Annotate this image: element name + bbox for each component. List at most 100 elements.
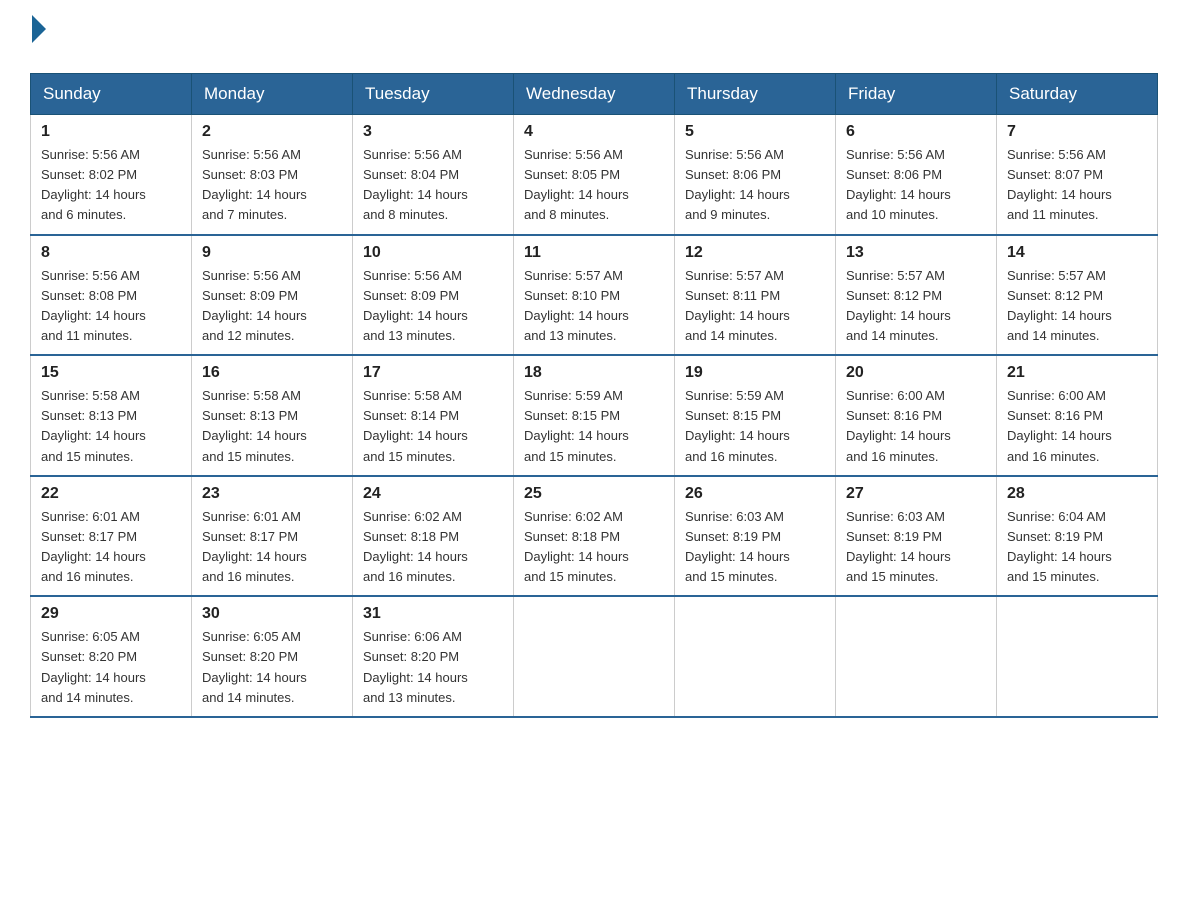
- day-info: Sunrise: 5:56 AMSunset: 8:09 PMDaylight:…: [202, 268, 307, 343]
- calendar-cell: 17 Sunrise: 5:58 AMSunset: 8:14 PMDaylig…: [353, 355, 514, 476]
- day-number: 28: [1007, 485, 1147, 503]
- day-info: Sunrise: 5:56 AMSunset: 8:09 PMDaylight:…: [363, 268, 468, 343]
- day-number: 26: [685, 485, 825, 503]
- calendar-cell: 6 Sunrise: 5:56 AMSunset: 8:06 PMDayligh…: [836, 115, 997, 235]
- day-number: 3: [363, 123, 503, 141]
- day-info: Sunrise: 5:56 AMSunset: 8:06 PMDaylight:…: [846, 147, 951, 222]
- calendar-cell: [675, 596, 836, 717]
- day-number: 1: [41, 123, 181, 141]
- day-info: Sunrise: 5:59 AMSunset: 8:15 PMDaylight:…: [524, 388, 629, 463]
- day-info: Sunrise: 6:02 AMSunset: 8:18 PMDaylight:…: [363, 509, 468, 584]
- day-number: 20: [846, 364, 986, 382]
- calendar-cell: 11 Sunrise: 5:57 AMSunset: 8:10 PMDaylig…: [514, 235, 675, 356]
- day-number: 9: [202, 244, 342, 262]
- calendar-cell: 3 Sunrise: 5:56 AMSunset: 8:04 PMDayligh…: [353, 115, 514, 235]
- day-number: 31: [363, 605, 503, 623]
- day-number: 5: [685, 123, 825, 141]
- calendar-cell: 23 Sunrise: 6:01 AMSunset: 8:17 PMDaylig…: [192, 476, 353, 597]
- day-number: 29: [41, 605, 181, 623]
- calendar-cell: 9 Sunrise: 5:56 AMSunset: 8:09 PMDayligh…: [192, 235, 353, 356]
- calendar-cell: 26 Sunrise: 6:03 AMSunset: 8:19 PMDaylig…: [675, 476, 836, 597]
- day-info: Sunrise: 5:59 AMSunset: 8:15 PMDaylight:…: [685, 388, 790, 463]
- day-number: 19: [685, 364, 825, 382]
- calendar-cell: 19 Sunrise: 5:59 AMSunset: 8:15 PMDaylig…: [675, 355, 836, 476]
- day-number: 24: [363, 485, 503, 503]
- day-number: 16: [202, 364, 342, 382]
- week-row-5: 29 Sunrise: 6:05 AMSunset: 8:20 PMDaylig…: [31, 596, 1158, 717]
- day-number: 23: [202, 485, 342, 503]
- day-number: 13: [846, 244, 986, 262]
- day-info: Sunrise: 6:00 AMSunset: 8:16 PMDaylight:…: [846, 388, 951, 463]
- header-day-wednesday: Wednesday: [514, 74, 675, 115]
- calendar-cell: [997, 596, 1158, 717]
- week-row-3: 15 Sunrise: 5:58 AMSunset: 8:13 PMDaylig…: [31, 355, 1158, 476]
- day-number: 14: [1007, 244, 1147, 262]
- calendar-table: SundayMondayTuesdayWednesdayThursdayFrid…: [30, 73, 1158, 718]
- calendar-cell: 30 Sunrise: 6:05 AMSunset: 8:20 PMDaylig…: [192, 596, 353, 717]
- calendar-cell: 20 Sunrise: 6:00 AMSunset: 8:16 PMDaylig…: [836, 355, 997, 476]
- day-info: Sunrise: 6:02 AMSunset: 8:18 PMDaylight:…: [524, 509, 629, 584]
- day-info: Sunrise: 5:58 AMSunset: 8:14 PMDaylight:…: [363, 388, 468, 463]
- day-number: 27: [846, 485, 986, 503]
- calendar-cell: 12 Sunrise: 5:57 AMSunset: 8:11 PMDaylig…: [675, 235, 836, 356]
- calendar-cell: 1 Sunrise: 5:56 AMSunset: 8:02 PMDayligh…: [31, 115, 192, 235]
- day-number: 15: [41, 364, 181, 382]
- calendar-cell: 25 Sunrise: 6:02 AMSunset: 8:18 PMDaylig…: [514, 476, 675, 597]
- calendar-cell: 18 Sunrise: 5:59 AMSunset: 8:15 PMDaylig…: [514, 355, 675, 476]
- day-number: 25: [524, 485, 664, 503]
- day-info: Sunrise: 5:57 AMSunset: 8:12 PMDaylight:…: [1007, 268, 1112, 343]
- calendar-cell: 13 Sunrise: 5:57 AMSunset: 8:12 PMDaylig…: [836, 235, 997, 356]
- calendar-cell: [836, 596, 997, 717]
- header-day-saturday: Saturday: [997, 74, 1158, 115]
- day-number: 11: [524, 244, 664, 262]
- day-info: Sunrise: 5:56 AMSunset: 8:03 PMDaylight:…: [202, 147, 307, 222]
- day-info: Sunrise: 5:56 AMSunset: 8:04 PMDaylight:…: [363, 147, 468, 222]
- week-row-4: 22 Sunrise: 6:01 AMSunset: 8:17 PMDaylig…: [31, 476, 1158, 597]
- logo: [30, 20, 46, 53]
- day-number: 6: [846, 123, 986, 141]
- calendar-cell: 16 Sunrise: 5:58 AMSunset: 8:13 PMDaylig…: [192, 355, 353, 476]
- day-number: 10: [363, 244, 503, 262]
- day-info: Sunrise: 5:57 AMSunset: 8:10 PMDaylight:…: [524, 268, 629, 343]
- header-day-thursday: Thursday: [675, 74, 836, 115]
- calendar-cell: [514, 596, 675, 717]
- week-row-2: 8 Sunrise: 5:56 AMSunset: 8:08 PMDayligh…: [31, 235, 1158, 356]
- day-info: Sunrise: 6:03 AMSunset: 8:19 PMDaylight:…: [846, 509, 951, 584]
- calendar-cell: 8 Sunrise: 5:56 AMSunset: 8:08 PMDayligh…: [31, 235, 192, 356]
- week-row-1: 1 Sunrise: 5:56 AMSunset: 8:02 PMDayligh…: [31, 115, 1158, 235]
- calendar-cell: 21 Sunrise: 6:00 AMSunset: 8:16 PMDaylig…: [997, 355, 1158, 476]
- calendar-cell: 4 Sunrise: 5:56 AMSunset: 8:05 PMDayligh…: [514, 115, 675, 235]
- day-info: Sunrise: 6:00 AMSunset: 8:16 PMDaylight:…: [1007, 388, 1112, 463]
- day-number: 8: [41, 244, 181, 262]
- calendar-cell: 22 Sunrise: 6:01 AMSunset: 8:17 PMDaylig…: [31, 476, 192, 597]
- day-info: Sunrise: 5:58 AMSunset: 8:13 PMDaylight:…: [202, 388, 307, 463]
- header-day-tuesday: Tuesday: [353, 74, 514, 115]
- day-number: 4: [524, 123, 664, 141]
- day-info: Sunrise: 5:56 AMSunset: 8:06 PMDaylight:…: [685, 147, 790, 222]
- day-info: Sunrise: 5:58 AMSunset: 8:13 PMDaylight:…: [41, 388, 146, 463]
- calendar-cell: 10 Sunrise: 5:56 AMSunset: 8:09 PMDaylig…: [353, 235, 514, 356]
- calendar-cell: 28 Sunrise: 6:04 AMSunset: 8:19 PMDaylig…: [997, 476, 1158, 597]
- day-info: Sunrise: 6:05 AMSunset: 8:20 PMDaylight:…: [41, 629, 146, 704]
- calendar-cell: 15 Sunrise: 5:58 AMSunset: 8:13 PMDaylig…: [31, 355, 192, 476]
- logo-arrow-icon: [32, 15, 46, 43]
- day-info: Sunrise: 5:57 AMSunset: 8:11 PMDaylight:…: [685, 268, 790, 343]
- calendar-cell: 7 Sunrise: 5:56 AMSunset: 8:07 PMDayligh…: [997, 115, 1158, 235]
- day-info: Sunrise: 5:56 AMSunset: 8:07 PMDaylight:…: [1007, 147, 1112, 222]
- day-info: Sunrise: 5:56 AMSunset: 8:05 PMDaylight:…: [524, 147, 629, 222]
- day-number: 17: [363, 364, 503, 382]
- header-row: SundayMondayTuesdayWednesdayThursdayFrid…: [31, 74, 1158, 115]
- day-info: Sunrise: 6:05 AMSunset: 8:20 PMDaylight:…: [202, 629, 307, 704]
- day-info: Sunrise: 6:04 AMSunset: 8:19 PMDaylight:…: [1007, 509, 1112, 584]
- day-number: 7: [1007, 123, 1147, 141]
- day-info: Sunrise: 6:03 AMSunset: 8:19 PMDaylight:…: [685, 509, 790, 584]
- calendar-cell: 31 Sunrise: 6:06 AMSunset: 8:20 PMDaylig…: [353, 596, 514, 717]
- calendar-cell: 24 Sunrise: 6:02 AMSunset: 8:18 PMDaylig…: [353, 476, 514, 597]
- day-number: 21: [1007, 364, 1147, 382]
- page-header: [30, 20, 1158, 53]
- calendar-cell: 5 Sunrise: 5:56 AMSunset: 8:06 PMDayligh…: [675, 115, 836, 235]
- day-info: Sunrise: 5:57 AMSunset: 8:12 PMDaylight:…: [846, 268, 951, 343]
- header-day-monday: Monday: [192, 74, 353, 115]
- day-number: 30: [202, 605, 342, 623]
- day-number: 22: [41, 485, 181, 503]
